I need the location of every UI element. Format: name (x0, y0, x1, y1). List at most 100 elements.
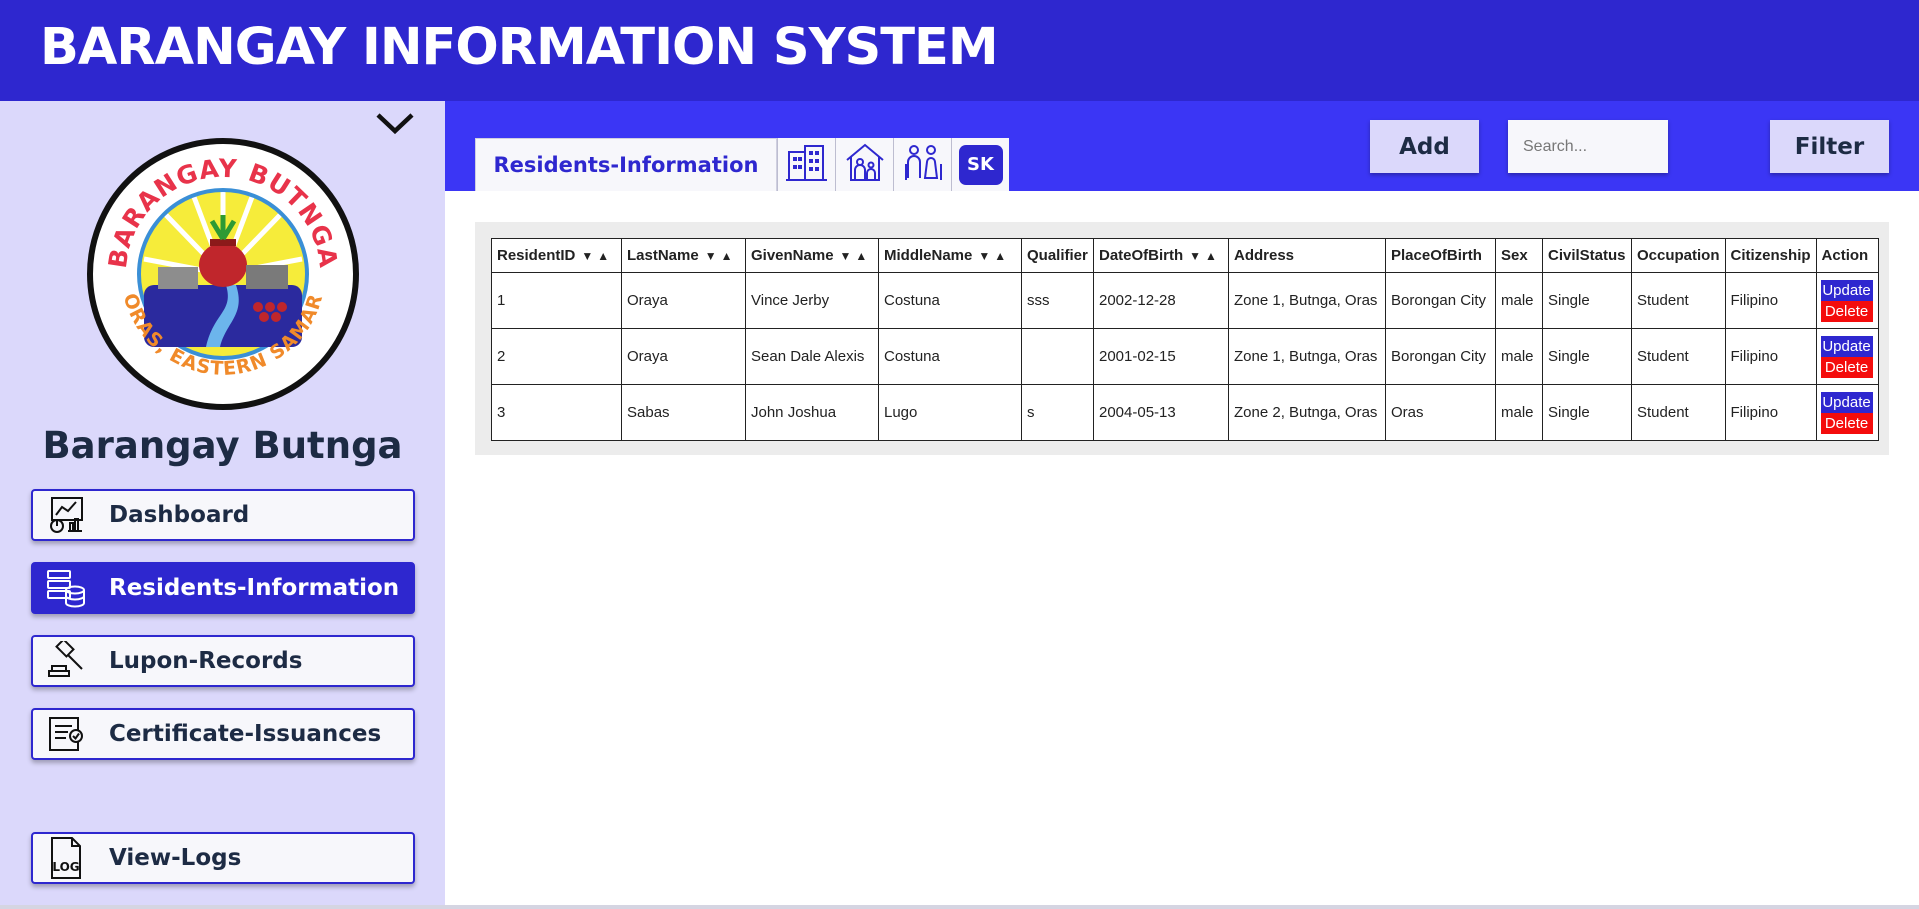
gavel-icon (45, 640, 87, 682)
update-button[interactable]: Update (1820, 279, 1873, 301)
cell-civilstatus: Single (1542, 384, 1632, 441)
column-header-occupation: Occupation (1631, 238, 1726, 273)
cell-action: Update Delete (1815, 272, 1879, 329)
cell-dateofbirth: 2004-05-13 (1093, 384, 1229, 441)
sidebar-item-lupon-records[interactable]: Lupon-Records (31, 635, 415, 687)
cell-address: Zone 2, Butnga, Oras (1228, 384, 1386, 441)
sidebar: BARANGAY BUTNGA ORAS, EASTERN SAMAR Bara… (0, 101, 445, 909)
column-header-qualifier: Qualifier (1021, 238, 1094, 273)
cell-citizenship: Filipino (1724, 384, 1817, 441)
cell-residentid: 3 (491, 384, 622, 441)
sidebar-item-certificate-issuances[interactable]: Certificate-Issuances (31, 708, 415, 760)
cell-sex: male (1495, 272, 1543, 329)
cell-address: Zone 1, Butnga, Oras (1228, 328, 1386, 385)
cell-middlename: Costuna (878, 272, 1022, 329)
tab-residents-information[interactable]: Residents-Information (475, 138, 777, 191)
cell-action: Update Delete (1815, 384, 1879, 441)
svg-text:LOG: LOG (52, 860, 79, 874)
cell-givenname: Sean Dale Alexis (745, 328, 879, 385)
column-header-middlename[interactable]: MiddleName ▼▲ (878, 238, 1022, 273)
tab-bar: Residents-Information SK (475, 138, 1009, 191)
sidebar-item-label: Certificate-Issuances (109, 721, 382, 747)
cell-givenname: Vince Jerby (745, 272, 879, 329)
filter-button[interactable]: Filter (1770, 120, 1889, 173)
sidebar-item-label: Dashboard (109, 502, 250, 528)
sidebar-item-view-logs[interactable]: LOG View-Logs (31, 832, 415, 884)
column-header-dateofbirth[interactable]: DateOfBirth ▼▲ (1093, 238, 1229, 273)
cell-sex: male (1495, 328, 1543, 385)
window-bottom-edge (0, 905, 1919, 909)
cell-lastname: Oraya (621, 328, 746, 385)
certificate-icon (45, 713, 87, 755)
table-row: 2 Oraya Sean Dale Alexis Costuna 2001-02… (491, 328, 1879, 385)
table-row: 1 Oraya Vince Jerby Costuna sss 2002-12-… (491, 272, 1879, 329)
sk-badge: SK (958, 144, 1003, 185)
update-button[interactable]: Update (1820, 391, 1873, 413)
app-header: BARANGAY INFORMATION SYSTEM (0, 0, 1919, 101)
cell-civilstatus: Single (1542, 328, 1632, 385)
cell-qualifier: s (1021, 384, 1094, 441)
cell-residentid: 1 (491, 272, 622, 329)
cell-dateofbirth: 2001-02-15 (1093, 328, 1229, 385)
search-input[interactable] (1508, 120, 1668, 173)
column-header-sex: Sex (1495, 238, 1543, 273)
update-button[interactable]: Update (1820, 335, 1873, 357)
tab-senior-citizens[interactable] (893, 138, 951, 191)
cell-action: Update Delete (1815, 328, 1879, 385)
cell-civilstatus: Single (1542, 272, 1632, 329)
cell-middlename: Costuna (878, 328, 1022, 385)
cell-placeofbirth: Oras (1385, 384, 1496, 441)
sort-arrows-icon[interactable]: ▼▲ (705, 249, 737, 263)
table-row: 3 Sabas John Joshua Lugo s 2004-05-13 Zo… (491, 384, 1879, 441)
sidebar-item-dashboard[interactable]: Dashboard (31, 489, 415, 541)
tab-sk[interactable]: SK (951, 138, 1009, 191)
column-header-address: Address (1228, 238, 1386, 273)
database-icon (45, 567, 87, 609)
sort-arrows-icon[interactable]: ▼▲ (581, 249, 613, 263)
dashboard-chart-icon (45, 494, 87, 536)
cell-qualifier (1021, 328, 1094, 385)
cell-occupation: Student (1631, 272, 1726, 329)
sort-arrows-icon[interactable]: ▼▲ (840, 249, 872, 263)
column-header-civilstatus: CivilStatus (1542, 238, 1632, 273)
house-family-icon (843, 142, 887, 187)
delete-button[interactable]: Delete (1820, 300, 1873, 322)
column-header-citizenship: Citizenship (1724, 238, 1817, 273)
barangay-logo: BARANGAY BUTNGA ORAS, EASTERN SAMAR (86, 137, 360, 411)
app-title: BARANGAY INFORMATION SYSTEM (40, 18, 999, 77)
cell-occupation: Student (1631, 384, 1726, 441)
add-button[interactable]: Add (1370, 120, 1479, 173)
table-header-row: ResidentID ▼▲ LastName ▼▲ GivenName ▼▲ Midd… (491, 238, 1879, 273)
column-header-givenname[interactable]: GivenName ▼▲ (745, 238, 879, 273)
cell-dateofbirth: 2002-12-28 (1093, 272, 1229, 329)
buildings-icon (785, 142, 829, 187)
cell-citizenship: Filipino (1724, 272, 1817, 329)
residents-table: ResidentID ▼▲ LastName ▼▲ GivenName ▼▲ Midd… (491, 238, 1879, 441)
sort-arrows-icon[interactable]: ▼▲ (1189, 249, 1221, 263)
cell-middlename: Lugo (878, 384, 1022, 441)
main-content: Residents-Information SK Add Search... F… (445, 101, 1919, 909)
sidebar-item-residents-information[interactable]: Residents-Information (31, 562, 415, 614)
tab-households[interactable] (835, 138, 893, 191)
tab-buildings[interactable] (777, 138, 835, 191)
residents-table-panel: ResidentID ▼▲ LastName ▼▲ GivenName ▼▲ Midd… (475, 222, 1889, 455)
sidebar-item-label: View-Logs (109, 845, 242, 871)
delete-button[interactable]: Delete (1820, 356, 1873, 378)
cell-occupation: Student (1631, 328, 1726, 385)
elderly-couple-icon (901, 142, 945, 187)
cell-placeofbirth: Borongan City (1385, 328, 1496, 385)
cell-address: Zone 1, Butnga, Oras (1228, 272, 1386, 329)
cell-sex: male (1495, 384, 1543, 441)
column-header-residentid[interactable]: ResidentID ▼▲ (491, 238, 622, 273)
cell-lastname: Sabas (621, 384, 746, 441)
sidebar-item-label: Lupon-Records (109, 648, 303, 674)
cell-lastname: Oraya (621, 272, 746, 329)
column-header-lastname[interactable]: LastName ▼▲ (621, 238, 746, 273)
main-toolbar: Residents-Information SK Add Search... F… (445, 101, 1919, 191)
column-header-action: Action (1815, 238, 1879, 273)
sort-arrows-icon[interactable]: ▼▲ (978, 249, 1010, 263)
cell-citizenship: Filipino (1724, 328, 1817, 385)
chevron-down-icon[interactable] (374, 105, 416, 141)
delete-button[interactable]: Delete (1820, 412, 1873, 434)
cell-qualifier: sss (1021, 272, 1094, 329)
